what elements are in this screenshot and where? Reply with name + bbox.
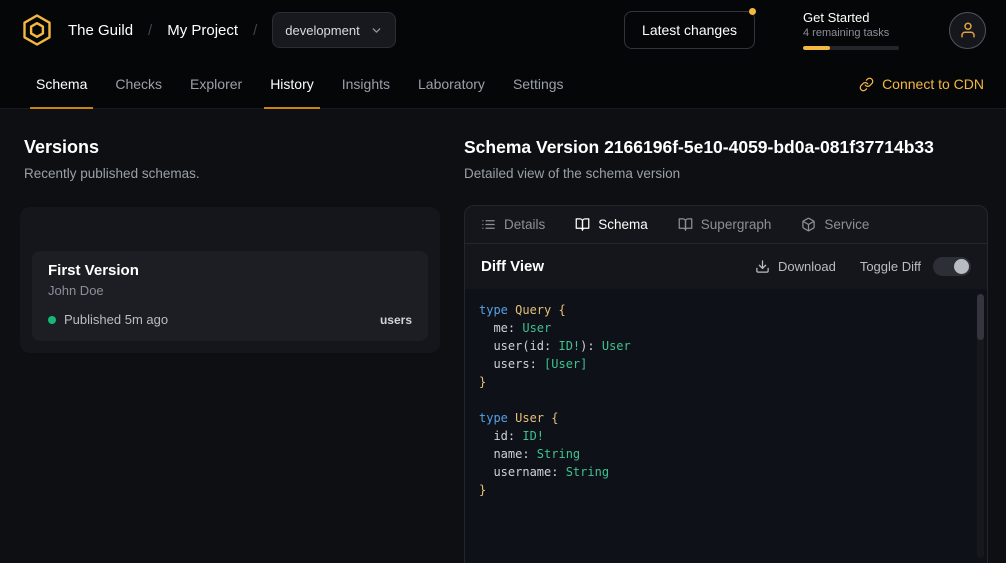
package-icon [801,217,816,232]
tab-label: Settings [513,76,564,92]
published-status-dot [48,316,56,324]
breadcrumb-separator: / [253,22,257,39]
chevron-down-icon [370,24,383,37]
target-select-value: development [285,23,359,38]
get-started-progress-fill [803,46,830,50]
versions-card: First Version John Doe Published 5m ago … [20,207,440,353]
tab-laboratory[interactable]: Laboratory [404,60,499,108]
tab-label: History [270,76,314,92]
versions-subtitle: Recently published schemas. [24,166,440,181]
get-started-widget[interactable]: Get Started 4 remaining tasks [803,10,899,50]
detail-tab-bar: Details Schema Supergraph [465,206,987,244]
target-select[interactable]: development [272,12,395,48]
detail-tab-label: Service [824,217,869,232]
service-badge: users [380,313,412,327]
detail-tab-schema[interactable]: Schema [575,217,648,232]
version-detail-panel: Details Schema Supergraph [464,205,988,563]
code-block: type Query { me: User user(id: ID!): Use… [479,301,965,499]
detail-tab-supergraph[interactable]: Supergraph [678,217,772,232]
diff-view-title: Diff View [481,258,544,275]
toggle-diff-switch[interactable] [933,257,971,276]
book-icon [575,217,590,232]
versions-title: Versions [24,137,440,158]
tab-checks[interactable]: Checks [101,60,176,108]
toggle-diff-control: Toggle Diff [860,257,971,276]
version-detail-column: Schema Version 2166196f-5e10-4059-bd0a-0… [464,133,988,563]
detail-tab-details[interactable]: Details [481,217,545,232]
tab-explorer[interactable]: Explorer [176,60,256,108]
breadcrumb-org[interactable]: The Guild [68,22,133,39]
notification-dot [749,8,756,15]
link-icon [859,77,874,92]
schema-code-viewer[interactable]: type Query { me: User user(id: ID!): Use… [465,289,987,563]
top-header: The Guild / My Project / development Lat… [0,0,1006,60]
version-status-row: Published 5m ago users [48,312,412,327]
get-started-subtitle: 4 remaining tasks [803,27,899,39]
get-started-title: Get Started [803,10,899,25]
breadcrumb-project[interactable]: My Project [167,22,238,39]
download-label: Download [778,259,836,274]
get-started-progress [803,46,899,50]
user-icon [959,21,977,39]
tab-label: Explorer [190,76,242,92]
list-icon [481,217,496,232]
versions-column: Versions Recently published schemas. Fir… [24,133,440,563]
diff-actions: Download Toggle Diff [755,257,971,276]
book-icon [678,217,693,232]
download-icon [755,259,770,274]
tab-label: Checks [115,76,162,92]
connect-to-cdn-label: Connect to CDN [882,76,984,92]
connect-to-cdn-button[interactable]: Connect to CDN [859,60,984,108]
download-button[interactable]: Download [755,259,836,274]
version-detail-title: Schema Version 2166196f-5e10-4059-bd0a-0… [464,137,988,158]
tab-label: Insights [342,76,390,92]
version-author: John Doe [48,283,412,298]
detail-tab-label: Schema [598,217,648,232]
tab-label: Schema [36,76,87,92]
tab-history[interactable]: History [256,60,328,108]
content-area: Versions Recently published schemas. Fir… [0,109,1006,563]
code-scrollbar-thumb[interactable] [977,294,984,340]
toggle-diff-label: Toggle Diff [860,259,921,274]
user-menu-button[interactable] [949,12,986,49]
detail-tab-label: Details [504,217,545,232]
diff-header-row: Diff View Download Toggle Diff [465,244,987,289]
tab-schema[interactable]: Schema [22,60,101,108]
main-nav: Schema Checks Explorer History Insights … [0,60,1006,109]
breadcrumb-separator: / [148,22,152,39]
detail-tab-service[interactable]: Service [801,217,869,232]
published-status-text: Published 5m ago [64,312,168,327]
tab-settings[interactable]: Settings [499,60,578,108]
tab-insights[interactable]: Insights [328,60,404,108]
hive-logo-icon[interactable] [20,13,54,47]
tab-label: Laboratory [418,76,485,92]
toggle-knob [954,259,969,274]
code-scrollbar[interactable] [977,294,984,558]
detail-tab-label: Supergraph [701,217,772,232]
version-list-item[interactable]: First Version John Doe Published 5m ago … [32,251,428,341]
version-name: First Version [48,262,412,279]
latest-changes-label: Latest changes [642,22,737,38]
version-detail-subtitle: Detailed view of the schema version [464,166,988,181]
latest-changes-button[interactable]: Latest changes [624,11,755,49]
